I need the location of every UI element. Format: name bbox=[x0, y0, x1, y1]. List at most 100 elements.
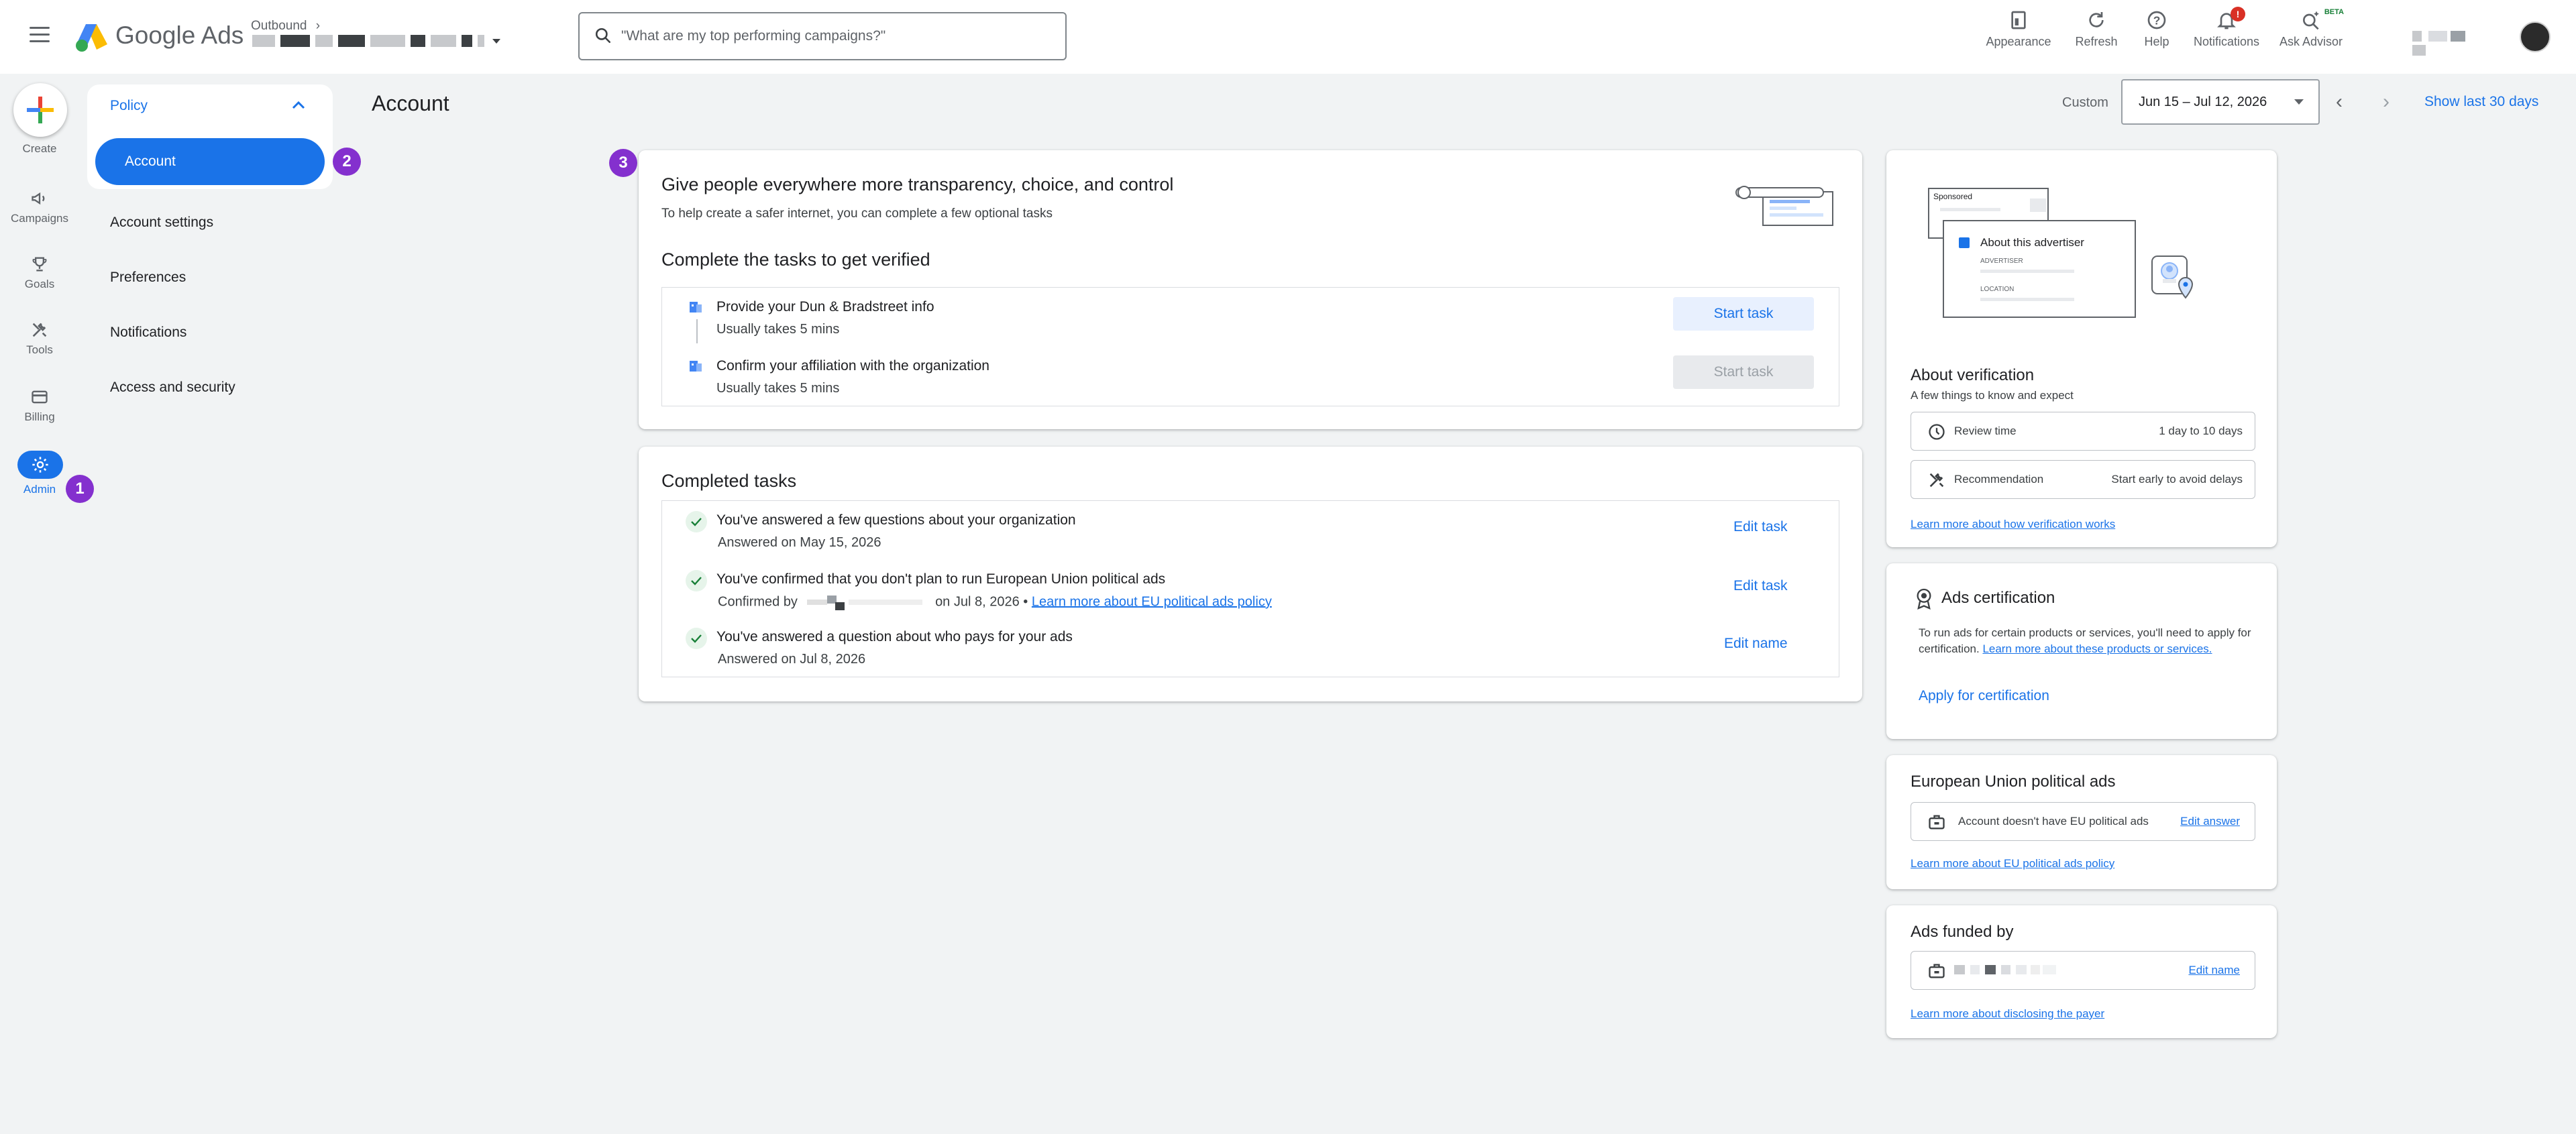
disclosing-payer-link[interactable]: Learn more about disclosing the payer bbox=[1911, 1007, 2104, 1021]
notifications-button[interactable]: ! Notifications bbox=[2183, 7, 2270, 49]
task-title: Provide your Dun & Bradstreet info bbox=[716, 299, 934, 315]
advisor-search-icon bbox=[2303, 11, 2319, 30]
avatar[interactable] bbox=[2520, 21, 2551, 52]
notification-badge: ! bbox=[2231, 7, 2245, 21]
clock-icon bbox=[1929, 424, 1945, 440]
account-name[interactable] bbox=[2412, 31, 2479, 56]
nav-admin[interactable] bbox=[17, 451, 63, 479]
appearance-label: Appearance bbox=[1986, 35, 2051, 48]
verification-info-link[interactable]: Learn more about how verification works bbox=[1911, 518, 2115, 531]
illustration-advertiser-label: ADVERTISER bbox=[1980, 258, 2023, 265]
top-bar: Google Ads Outbound › Appearance Refresh… bbox=[0, 0, 2576, 74]
subnav-item-preferences[interactable]: Preferences bbox=[110, 270, 186, 286]
verification-heading: Give people everywhere more transparency… bbox=[661, 174, 1174, 194]
edit-task-link[interactable]: Edit task bbox=[1733, 519, 1788, 535]
annotation-badge-3: 3 bbox=[609, 149, 637, 177]
verification-subheading: To help create a safer internet, you can… bbox=[661, 207, 1053, 221]
completed-task-note: Answered on Jul 8, 2026 bbox=[718, 652, 866, 667]
recommendation-label: Recommendation bbox=[1954, 473, 2044, 486]
account-selector[interactable] bbox=[252, 35, 547, 51]
edit-name-link[interactable]: Edit name bbox=[1724, 636, 1788, 652]
nav-billing-label: Billing bbox=[24, 410, 55, 423]
breadcrumb-parent[interactable]: Outbound bbox=[251, 19, 307, 33]
review-time-label: Review time bbox=[1954, 424, 2017, 437]
task-connector bbox=[696, 319, 698, 343]
building-icon bbox=[690, 361, 702, 372]
policy-section-header[interactable]: Policy bbox=[110, 98, 148, 114]
nav-campaigns[interactable]: Campaigns bbox=[0, 189, 79, 225]
transparency-illustration-icon bbox=[1735, 186, 1833, 226]
completed-task-note: Confirmed by on Jul 8, 2026 • Learn more… bbox=[718, 594, 1272, 610]
date-range-type: Custom bbox=[2062, 95, 2108, 110]
annotation-badge-1: 1 bbox=[66, 475, 94, 503]
ask-advisor-label: Ask Advisor bbox=[2279, 35, 2343, 48]
ads-certification-body: To run ads for certain products or servi… bbox=[1919, 625, 2254, 657]
review-time-value: 1 day to 10 days bbox=[2159, 424, 2243, 437]
subnav-item-access-security[interactable]: Access and security bbox=[110, 380, 235, 396]
previous-period-button[interactable]: ‹ bbox=[2336, 92, 2343, 112]
next-period-button[interactable]: › bbox=[2383, 92, 2390, 112]
refresh-button[interactable]: Refresh bbox=[2066, 9, 2127, 49]
recommendation-value: Start early to avoid delays bbox=[2111, 473, 2243, 486]
appearance-button[interactable]: Appearance bbox=[1982, 9, 2055, 49]
certification-products-link[interactable]: Learn more about these products or servi… bbox=[1982, 642, 2212, 655]
show-last-30-days-link[interactable]: Show last 30 days bbox=[2424, 94, 2538, 110]
main-menu-icon[interactable] bbox=[30, 27, 50, 43]
eu-policy-info-link[interactable]: Learn more about EU political ads policy bbox=[1911, 857, 2114, 870]
certificate-ribbon-icon bbox=[1917, 588, 1931, 610]
tasks-heading: Complete the tasks to get verified bbox=[661, 249, 930, 270]
start-task-button[interactable]: Start task bbox=[1673, 297, 1814, 331]
payer-row: Edit name bbox=[1911, 951, 2255, 990]
search-input[interactable] bbox=[621, 23, 1051, 50]
chevron-right-icon: › bbox=[315, 19, 321, 33]
eu-policy-link[interactable]: Learn more about EU political ads policy bbox=[1032, 594, 1272, 609]
illustration-location-label: LOCATION bbox=[1980, 286, 2015, 293]
review-time-row: Review time 1 day to 10 days bbox=[1911, 412, 2255, 451]
task-duration: Usually takes 5 mins bbox=[716, 322, 840, 337]
subnav-item-notifications[interactable]: Notifications bbox=[110, 325, 186, 341]
confirmed-date: on Jul 8, 2026 • bbox=[935, 594, 1028, 610]
create-button[interactable] bbox=[13, 83, 67, 137]
nav-tools[interactable]: Tools bbox=[0, 321, 79, 357]
nav-goals[interactable]: Goals bbox=[0, 255, 79, 291]
breadcrumb[interactable]: Outbound › bbox=[251, 19, 320, 34]
date-range-value: Jun 15 – Jul 12, 2026 bbox=[2139, 95, 2267, 109]
nav-goals-label: Goals bbox=[24, 278, 55, 290]
illustration-about-title: About this advertiser bbox=[1980, 236, 2084, 249]
task-title: Confirm your affiliation with the organi… bbox=[716, 358, 989, 374]
nav-tools-label: Tools bbox=[26, 343, 53, 356]
confirmed-by-label: Confirmed by bbox=[718, 594, 798, 610]
start-task-button-disabled[interactable]: Start task bbox=[1673, 355, 1814, 389]
chevron-up-icon[interactable] bbox=[291, 99, 306, 110]
caret-down-icon bbox=[492, 38, 501, 44]
apply-certification-link[interactable]: Apply for certification bbox=[1919, 688, 2049, 704]
ask-advisor-button[interactable]: BETA Ask Advisor bbox=[2274, 8, 2348, 49]
completed-task-title: You've answered a few questions about yo… bbox=[716, 512, 1076, 528]
check-circle-icon bbox=[686, 570, 707, 591]
edit-task-link[interactable]: Edit task bbox=[1733, 578, 1788, 594]
product-name[interactable]: Google Ads bbox=[115, 21, 244, 50]
search-icon bbox=[595, 27, 611, 44]
help-button[interactable]: ? Help bbox=[2133, 9, 2180, 49]
completed-task-note: Answered on May 15, 2026 bbox=[718, 535, 881, 550]
svg-text:?: ? bbox=[2153, 14, 2161, 27]
gear-icon bbox=[32, 457, 48, 473]
illustration-about-panel: About this advertiser ADVERTISER LOCATIO… bbox=[1943, 220, 2136, 318]
edit-answer-link[interactable]: Edit answer bbox=[2180, 815, 2240, 828]
date-range-picker[interactable]: Jun 15 – Jul 12, 2026 bbox=[2121, 79, 2320, 125]
refresh-icon bbox=[2089, 12, 2104, 27]
briefcase-icon bbox=[1929, 815, 1945, 830]
credit-card-icon bbox=[32, 390, 48, 404]
plus-icon bbox=[27, 97, 54, 123]
eu-status-row: Account doesn't have EU political ads Ed… bbox=[1911, 802, 2255, 841]
ads-funded-by-title: Ads funded by bbox=[1911, 923, 2014, 941]
subnav-item-account[interactable]: Account bbox=[95, 138, 325, 185]
about-verification-subtitle: A few things to know and expect bbox=[1911, 389, 2074, 402]
confirmed-by-name bbox=[802, 594, 932, 610]
google-ads-logo-icon bbox=[76, 24, 107, 52]
edit-payer-link[interactable]: Edit name bbox=[2188, 964, 2240, 977]
search-box[interactable] bbox=[578, 12, 1067, 60]
subnav-item-account-settings[interactable]: Account settings bbox=[110, 215, 213, 231]
nav-billing[interactable]: Billing bbox=[0, 388, 79, 424]
profile-shield-icon bbox=[2151, 256, 2194, 299]
